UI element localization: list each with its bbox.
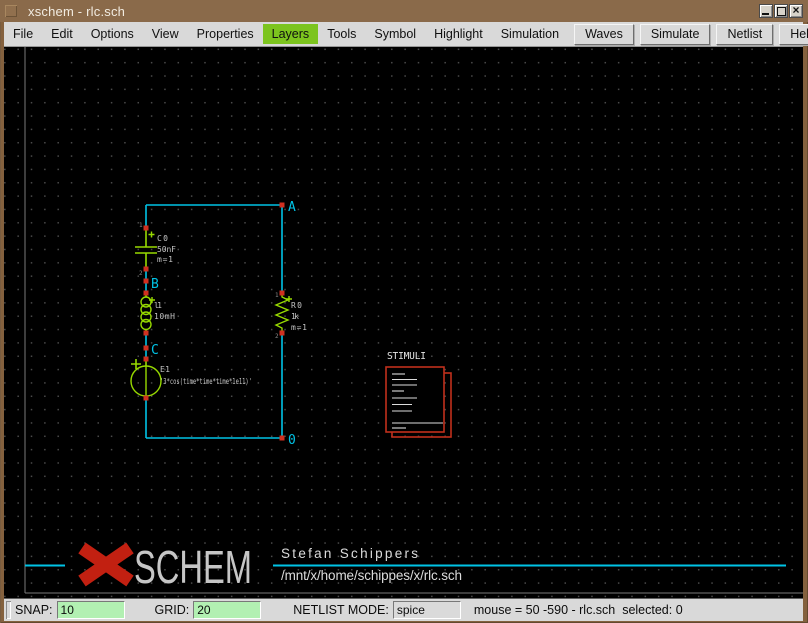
menu-highlight[interactable]: Highlight	[425, 24, 492, 44]
menu-view[interactable]: View	[143, 24, 188, 44]
title-block[interactable]: SCHEM Stefan Schippers /mnt/x/home/schip…	[25, 541, 786, 593]
net-label-a[interactable]: A	[288, 200, 296, 215]
menubar: File Edit Options View Properties Layers…	[4, 22, 803, 47]
window-menu-icon[interactable]	[5, 5, 17, 17]
netlist-button[interactable]: Netlist	[716, 24, 773, 45]
minimize-button[interactable]	[759, 4, 773, 18]
capacitor-name[interactable]: C0	[157, 234, 168, 243]
pin-number: 2	[139, 270, 143, 277]
menu-edit[interactable]: Edit	[42, 24, 82, 44]
capacitor-mult[interactable]: m=1	[157, 255, 173, 264]
source-value[interactable]: '3*cos(time*time*time*1e11)'	[160, 377, 252, 386]
stimuli-block[interactable]: STIMULI	[386, 351, 451, 437]
maximize-button[interactable]	[774, 4, 788, 18]
menu-options[interactable]: Options	[82, 24, 143, 44]
net-label-b[interactable]: B	[151, 277, 159, 292]
close-button[interactable]: ×	[789, 4, 803, 18]
netlist-mode-input[interactable]	[393, 601, 461, 619]
mouse-status-text: mouse = 50 -590 - rlc.sch selected: 0	[474, 603, 683, 617]
menu-properties[interactable]: Properties	[188, 24, 263, 44]
grid-label: GRID:	[155, 603, 190, 617]
inductor-name[interactable]: l1	[154, 301, 162, 310]
maximize-icon	[777, 7, 786, 16]
minimize-icon	[762, 13, 769, 15]
pin-number: 1	[139, 222, 143, 229]
menu-tools[interactable]: Tools	[318, 24, 365, 44]
stimuli-label[interactable]: STIMULI	[387, 351, 426, 362]
snap-input[interactable]	[57, 601, 125, 619]
netlist-mode-label: NETLIST MODE:	[293, 603, 389, 617]
menu-symbol[interactable]: Symbol	[365, 24, 425, 44]
component-inductor-l1[interactable]: l1 10mH	[141, 293, 175, 333]
close-icon: ×	[790, 4, 802, 16]
resistor-value[interactable]: 1k	[291, 312, 299, 321]
menu-simulation[interactable]: Simulation	[492, 24, 568, 44]
net-label-gnd[interactable]: 0	[288, 433, 296, 448]
polarity-plus-icon	[149, 232, 155, 238]
statusbar: SNAP: GRID: NETLIST MODE: mouse = 50 -59…	[4, 598, 803, 621]
grid-input[interactable]	[193, 601, 261, 619]
pin-number: 1	[275, 292, 279, 299]
statusbar-grip-icon	[6, 601, 11, 619]
component-source-e1[interactable]: E1 '3*cos(time*time*time*1e11)'	[131, 359, 252, 398]
inductor-value[interactable]: 10mH	[154, 312, 175, 321]
xschem-window: xschem - rlc.sch × File Edit Options Vie…	[0, 0, 808, 623]
title-block-author[interactable]: Stefan Schippers	[281, 546, 418, 561]
resistor-name[interactable]: R0	[291, 301, 302, 310]
help-button[interactable]: Help	[779, 24, 808, 45]
source-name[interactable]: E1	[160, 365, 170, 374]
schematic-canvas[interactable]: 1 2 C0 50nF m=1 l1 10mH	[4, 47, 803, 598]
window-title: xschem - rlc.sch	[28, 4, 125, 19]
capacitor-value[interactable]: 50nF	[157, 245, 176, 254]
window-titlebar[interactable]: xschem - rlc.sch ×	[0, 0, 808, 22]
window-controls: ×	[759, 4, 803, 18]
menu-layers[interactable]: Layers	[263, 24, 319, 44]
snap-label: SNAP:	[15, 603, 53, 617]
menu-file[interactable]: File	[4, 24, 42, 44]
schematic-drawing: 1 2 C0 50nF m=1 l1 10mH	[4, 47, 803, 598]
resistor-mult[interactable]: m=1	[291, 323, 307, 332]
stimuli-front-sheet	[386, 367, 444, 432]
xschem-logo-text: SCHEM	[134, 541, 252, 593]
waves-button[interactable]: Waves	[574, 24, 634, 45]
net-label-c[interactable]: C	[151, 343, 159, 358]
component-capacitor-c0[interactable]: 1 2 C0 50nF m=1	[135, 222, 176, 277]
simulate-button[interactable]: Simulate	[640, 24, 711, 45]
pin-number: 2	[275, 333, 279, 340]
xschem-logo-x-icon	[82, 548, 130, 581]
title-block-file-path[interactable]: /mnt/x/home/schippes/x/rlc.sch	[281, 568, 462, 583]
